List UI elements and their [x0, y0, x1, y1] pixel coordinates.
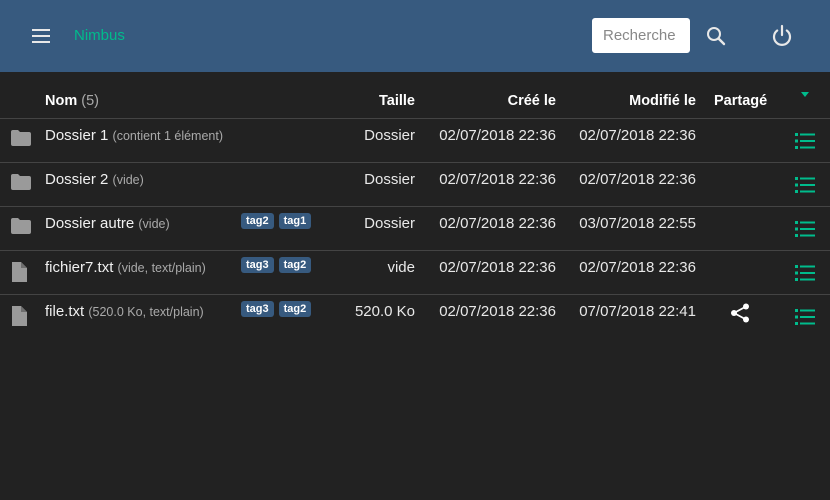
item-name[interactable]: Dossier autre — [45, 215, 134, 232]
sort-caret-icon[interactable] — [801, 92, 809, 97]
item-created-date: 02/07/2018 22:36 — [439, 171, 556, 188]
folder-icon — [10, 173, 32, 195]
list-actions-icon[interactable] — [795, 308, 815, 326]
column-header-modified[interactable]: Modifié le — [629, 93, 696, 109]
table-row[interactable]: Dossier 2 (vide) Dossier 02/07/2018 22:36 0… — [0, 163, 830, 207]
item-count: (5) — [81, 93, 99, 109]
folder-icon — [10, 129, 32, 151]
column-name-label: Nom — [45, 93, 78, 109]
item-size: vide — [387, 259, 415, 276]
top-navbar: Nimbus — [0, 0, 830, 72]
share-icon[interactable] — [729, 302, 751, 324]
tag-badge[interactable]: tag3 — [241, 301, 274, 317]
item-created-date: 02/07/2018 22:36 — [439, 303, 556, 320]
column-header-shared[interactable]: Partagé — [714, 93, 767, 109]
file-icon — [10, 261, 28, 287]
item-modified-date: 02/07/2018 22:36 — [579, 259, 696, 276]
table-row[interactable]: fichier7.txt (vide, text/plain) tag3 tag2 v… — [0, 251, 830, 295]
item-name-cell: fichier7.txt (vide, text/plain) — [45, 259, 206, 276]
item-size: 520.0 Ko — [354, 303, 415, 320]
table-body: Dossier 1 (contient 1 élément) Dossier 02/… — [0, 119, 830, 339]
table-row[interactable]: file.txt (520.0 Ko, text/plain) tag3 tag2 5… — [0, 295, 830, 339]
table-header: Nom (5) Taille Créé le Modifié le Partag… — [0, 72, 830, 119]
tag-list: tag3 tag2 — [241, 257, 312, 273]
list-actions-icon[interactable] — [795, 264, 815, 282]
item-modified-date: 03/07/2018 22:55 — [579, 215, 696, 232]
power-icon[interactable] — [769, 23, 795, 49]
table-row[interactable]: Dossier 1 (contient 1 élément) Dossier 02/… — [0, 119, 830, 163]
item-name-cell: Dossier 1 (contient 1 élément) — [45, 127, 223, 144]
item-name-cell: Dossier autre (vide) — [45, 215, 170, 232]
item-description: (vide, text/plain) — [117, 261, 206, 275]
item-name-cell: file.txt (520.0 Ko, text/plain) — [45, 303, 204, 320]
table-row[interactable]: Dossier autre (vide) tag2 tag1 Dossier 02/07… — [0, 207, 830, 251]
file-table: Nom (5) Taille Créé le Modifié le Partag… — [0, 72, 830, 339]
item-size: Dossier — [364, 215, 415, 232]
item-created-date: 02/07/2018 22:36 — [439, 259, 556, 276]
item-modified-date: 02/07/2018 22:36 — [579, 171, 696, 188]
tag-badge[interactable]: tag2 — [278, 257, 312, 273]
tag-list: tag2 tag1 — [241, 213, 312, 229]
search-icon[interactable] — [704, 24, 728, 48]
tag-badge[interactable]: tag3 — [241, 257, 274, 273]
search-input[interactable] — [592, 18, 690, 53]
item-description: (contient 1 élément) — [112, 129, 224, 143]
list-actions-icon[interactable] — [795, 132, 815, 150]
app-name-link[interactable]: Nimbus — [74, 27, 125, 44]
item-description: (520.0 Ko, text/plain) — [88, 305, 204, 319]
item-name[interactable]: Dossier 2 — [45, 171, 108, 188]
list-actions-icon[interactable] — [795, 220, 815, 238]
item-name-cell: Dossier 2 (vide) — [45, 171, 144, 188]
item-name[interactable]: file.txt — [45, 303, 84, 320]
list-actions-icon[interactable] — [795, 176, 815, 194]
item-size: Dossier — [364, 127, 415, 144]
file-icon — [10, 305, 28, 331]
tag-badge[interactable]: tag1 — [278, 213, 312, 229]
tag-list: tag3 tag2 — [241, 301, 312, 317]
tag-badge[interactable]: tag2 — [241, 213, 274, 229]
item-modified-date: 07/07/2018 22:41 — [579, 303, 696, 320]
tag-badge[interactable]: tag2 — [278, 301, 312, 317]
item-created-date: 02/07/2018 22:36 — [439, 215, 556, 232]
column-header-created[interactable]: Créé le — [508, 93, 556, 109]
column-header-size[interactable]: Taille — [379, 93, 415, 109]
item-name[interactable]: Dossier 1 — [45, 127, 108, 144]
item-description: (vide) — [138, 217, 170, 231]
item-description: (vide) — [112, 173, 144, 187]
folder-icon — [10, 217, 32, 239]
item-name[interactable]: fichier7.txt — [45, 259, 113, 276]
item-modified-date: 02/07/2018 22:36 — [579, 127, 696, 144]
item-size: Dossier — [364, 171, 415, 188]
item-created-date: 02/07/2018 22:36 — [439, 127, 556, 144]
hamburger-menu-icon[interactable] — [26, 24, 56, 48]
column-header-name[interactable]: Nom (5) — [45, 93, 99, 109]
